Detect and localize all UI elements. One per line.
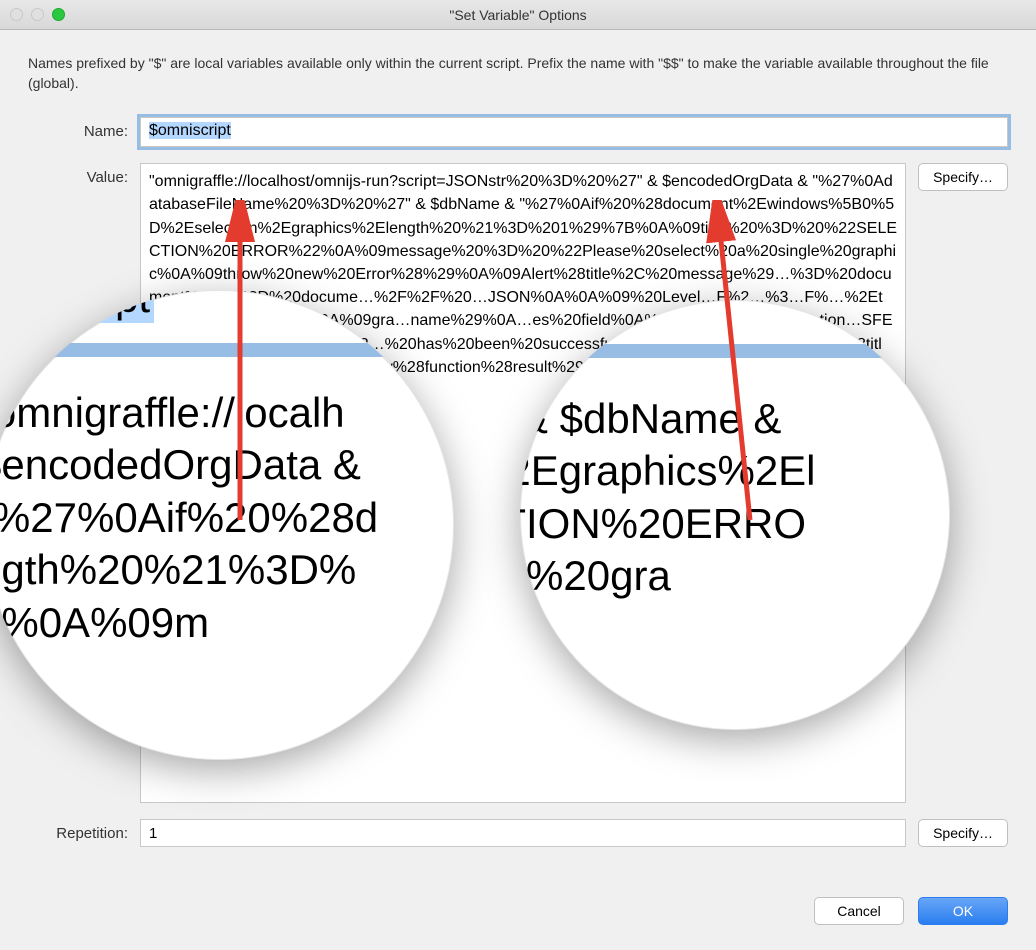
name-value-selected: $omniscript [149, 122, 231, 139]
mag-right-line-2: CTION%20ERRO [520, 498, 950, 551]
mag-left-selection: mniscript [0, 290, 154, 323]
cancel-button[interactable]: Cancel [814, 897, 904, 925]
mag-right-line-1: %2Egraphics%2El [520, 445, 950, 498]
repetition-input[interactable] [140, 819, 906, 847]
dialog-window: "Set Variable" Options Names prefixed by… [0, 0, 1036, 950]
repetition-label: Repetition: [28, 819, 128, 842]
name-label: Name: [28, 117, 128, 140]
mag-left-line-0: "omnigraffle://localh [0, 387, 454, 440]
magnifier-left: mniscript "omnigraffle://localh $encoded… [0, 290, 454, 760]
name-input[interactable]: $omniscript [140, 117, 1008, 147]
name-row: Name: $omniscript [28, 117, 1008, 147]
mag-right-line-0: 7" & $dbName & [520, 393, 950, 446]
mag-left-line-3: ngth%20%21%3D% [0, 544, 454, 597]
ok-button[interactable]: OK [918, 897, 1008, 925]
value-label: Value: [28, 163, 128, 186]
specify-repetition-button[interactable]: Specify… [918, 819, 1008, 847]
mag-right-top-0: %27" & [520, 300, 950, 309]
window-controls [10, 8, 65, 21]
titlebar: "Set Variable" Options [0, 0, 1036, 30]
mag-left-line-2: "%27%0Aif%20%28d [0, 492, 454, 545]
dialog-buttons: Cancel OK [0, 887, 1036, 945]
repetition-row: Repetition: Specify… [28, 819, 1008, 847]
help-text: Names prefixed by "$" are local variable… [28, 54, 1008, 93]
mag-left-line-4: 2%0A%09m [0, 597, 454, 650]
minimize-window-icon[interactable] [31, 8, 44, 21]
specify-value-button[interactable]: Specify… [918, 163, 1008, 191]
zoom-window-icon[interactable] [52, 8, 65, 21]
close-window-icon[interactable] [10, 8, 23, 21]
mag-left-line-1: $encodedOrgData & [0, 439, 454, 492]
mag-right-line-3: gle%20gra [520, 550, 950, 603]
window-title: "Set Variable" Options [0, 7, 1036, 23]
magnifier-right: X %27" & 7" & $dbName & %2Egraphics%2El … [520, 300, 950, 730]
